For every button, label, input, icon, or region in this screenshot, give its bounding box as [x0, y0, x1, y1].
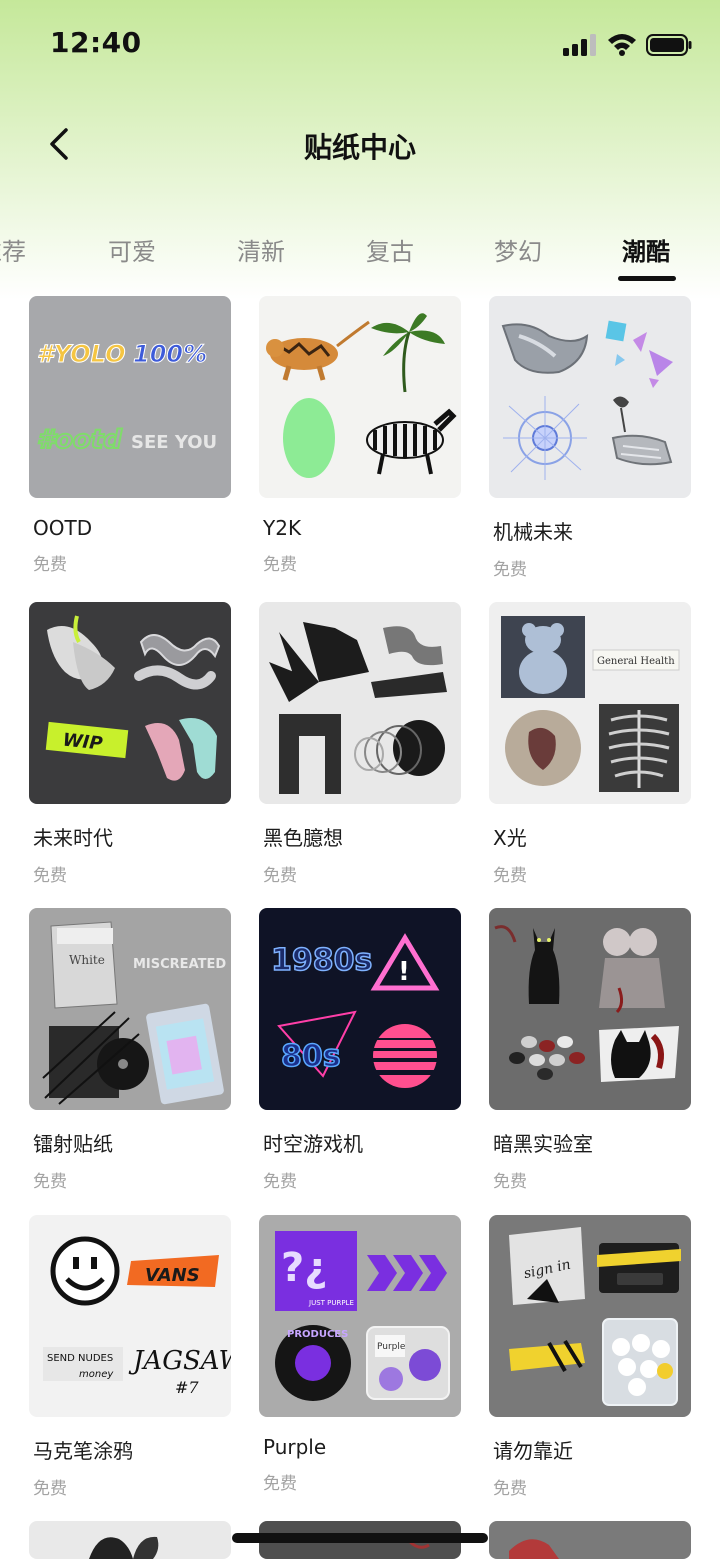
sticker-price: 免费 — [493, 560, 527, 580]
sticker-card-x-ray[interactable]: General Health X光 免费 — [489, 602, 691, 886]
sticker-card-future-era[interactable]: WIP 未来时代 免费 — [29, 602, 231, 886]
sticker-thumbnail — [489, 1521, 691, 1559]
svg-text:#YOLO: #YOLO — [37, 340, 125, 368]
sticker-price: 免费 — [33, 555, 67, 575]
category-tabs: 推荐 可爱 清新 复古 梦幻 潮酷 — [0, 222, 720, 282]
sticker-price: 免费 — [263, 555, 297, 575]
tab-cute[interactable]: 可爱 — [108, 232, 156, 267]
navigation-bar: 贴纸中心 — [0, 100, 720, 188]
svg-text:100%: 100% — [133, 340, 207, 368]
sticker-name: 马克笔涂鸦 — [33, 1439, 133, 1463]
status-bar: 12:40 — [0, 0, 720, 88]
svg-text:JUST PURPLE: JUST PURPLE — [308, 1299, 354, 1307]
sticker-thumbnail: WIP — [29, 602, 231, 804]
sticker-price: 免费 — [263, 1474, 297, 1494]
svg-text:General Health: General Health — [597, 656, 675, 667]
tab-dreamy[interactable]: 梦幻 — [494, 232, 542, 267]
tab-retro[interactable]: 复古 — [366, 232, 414, 267]
sticker-thumbnail — [489, 296, 691, 498]
sticker-name: Y2K — [263, 516, 302, 540]
svg-text:JAGSAW: JAGSAW — [128, 1346, 231, 1376]
sticker-thumbnail — [29, 1521, 231, 1559]
home-indicator — [232, 1533, 488, 1543]
sticker-thumbnail — [259, 296, 461, 498]
sticker-thumbnail: sign in — [489, 1215, 691, 1417]
sticker-name: OOTD — [33, 516, 93, 540]
sticker-card-black-fantasy[interactable]: 黑色臆想 免费 — [259, 602, 461, 886]
sticker-price: 免费 — [33, 1172, 67, 1192]
sticker-name: 黑色臆想 — [263, 826, 343, 850]
sticker-thumbnail — [489, 908, 691, 1110]
sticker-price: 免费 — [33, 1479, 67, 1499]
sticker-card-do-not-approach[interactable]: sign in 请勿靠近 免费 — [489, 1215, 691, 1499]
svg-text:PRODUCES: PRODUCES — [287, 1329, 348, 1340]
sticker-card-ootd[interactable]: #YOLO 100% #ootd SEE YOU OOTD 免费 — [29, 296, 231, 575]
svg-text:SEND NUDES: SEND NUDES — [47, 1353, 113, 1364]
svg-text:?¿: ?¿ — [281, 1245, 327, 1291]
svg-text:White: White — [69, 953, 105, 967]
svg-text:money: money — [79, 1369, 114, 1380]
sticker-name: Purple — [263, 1435, 327, 1459]
sticker-name: X光 — [493, 826, 527, 850]
sticker-name: 时空游戏机 — [263, 1132, 363, 1156]
sticker-price: 免费 — [493, 1172, 527, 1192]
svg-text:#7: #7 — [175, 1378, 199, 1397]
tab-trendy-cool[interactable]: 潮酷 — [622, 232, 670, 267]
sticker-card-time-space-game[interactable]: 1980s ! 80s 时空游戏机 免费 — [259, 908, 461, 1192]
page-title: 贴纸中心 — [303, 131, 416, 164]
sticker-card-marker-graffiti[interactable]: VANS SEND NUDES money JAGSAW #7 马克笔涂鸦 免费 — [29, 1215, 231, 1499]
svg-text:Purple: Purple — [377, 1342, 406, 1352]
sticker-thumbnail: VANS SEND NUDES money JAGSAW #7 — [29, 1215, 231, 1417]
battery-icon — [646, 34, 692, 56]
sticker-thumbnail: White MISCREATED — [29, 908, 231, 1110]
sticker-price: 免费 — [263, 866, 297, 886]
sticker-card-laser-stickers[interactable]: White MISCREATED 镭射贴纸 免费 — [29, 908, 231, 1192]
sticker-card-mechanical-future[interactable]: 机械未来 免费 — [489, 296, 691, 580]
sticker-thumbnail: ?¿ JUST PURPLE PRODUCES Purple — [259, 1215, 461, 1417]
cellular-signal-icon — [563, 34, 596, 56]
svg-text:1980s: 1980s — [271, 943, 372, 978]
sticker-thumbnail: General Health — [489, 602, 691, 804]
sticker-thumbnail: #YOLO 100% #ootd SEE YOU — [29, 296, 231, 498]
svg-text:80s: 80s — [281, 1039, 341, 1074]
sticker-price: 免费 — [493, 866, 527, 886]
svg-text:SEE YOU: SEE YOU — [131, 432, 217, 453]
wifi-icon — [608, 34, 636, 56]
sticker-name: 机械未来 — [493, 520, 573, 544]
sticker-name: 暗黑实验室 — [493, 1132, 593, 1156]
tab-fresh[interactable]: 清新 — [237, 232, 285, 267]
sticker-price: 免费 — [263, 1172, 297, 1192]
sticker-thumbnail: 1980s ! 80s — [259, 908, 461, 1110]
sticker-thumbnail — [259, 602, 461, 804]
sticker-name: 镭射贴纸 — [33, 1132, 113, 1156]
svg-text:#ootd: #ootd — [37, 425, 122, 455]
sticker-card-partial[interactable] — [489, 1521, 691, 1559]
sticker-name: 请勿靠近 — [493, 1439, 573, 1463]
svg-text:VANS: VANS — [145, 1265, 200, 1286]
tab-recommended[interactable]: 推荐 — [0, 232, 26, 267]
sticker-name: 未来时代 — [33, 826, 113, 850]
status-time: 12:40 — [50, 26, 142, 59]
svg-text:!: ! — [398, 957, 410, 987]
sticker-card-y2k[interactable]: Y2K 免费 — [259, 296, 461, 575]
sticker-card-purple[interactable]: ?¿ JUST PURPLE PRODUCES Purple Purple 免费 — [259, 1215, 461, 1494]
svg-text:MISCREATED: MISCREATED — [133, 957, 226, 972]
sticker-price: 免费 — [493, 1479, 527, 1499]
active-tab-indicator — [618, 276, 676, 281]
svg-text:WIP: WIP — [62, 730, 104, 755]
sticker-card-dark-lab[interactable]: 暗黑实验室 免费 — [489, 908, 691, 1192]
sticker-price: 免费 — [33, 866, 67, 886]
sticker-card-partial[interactable] — [29, 1521, 231, 1559]
